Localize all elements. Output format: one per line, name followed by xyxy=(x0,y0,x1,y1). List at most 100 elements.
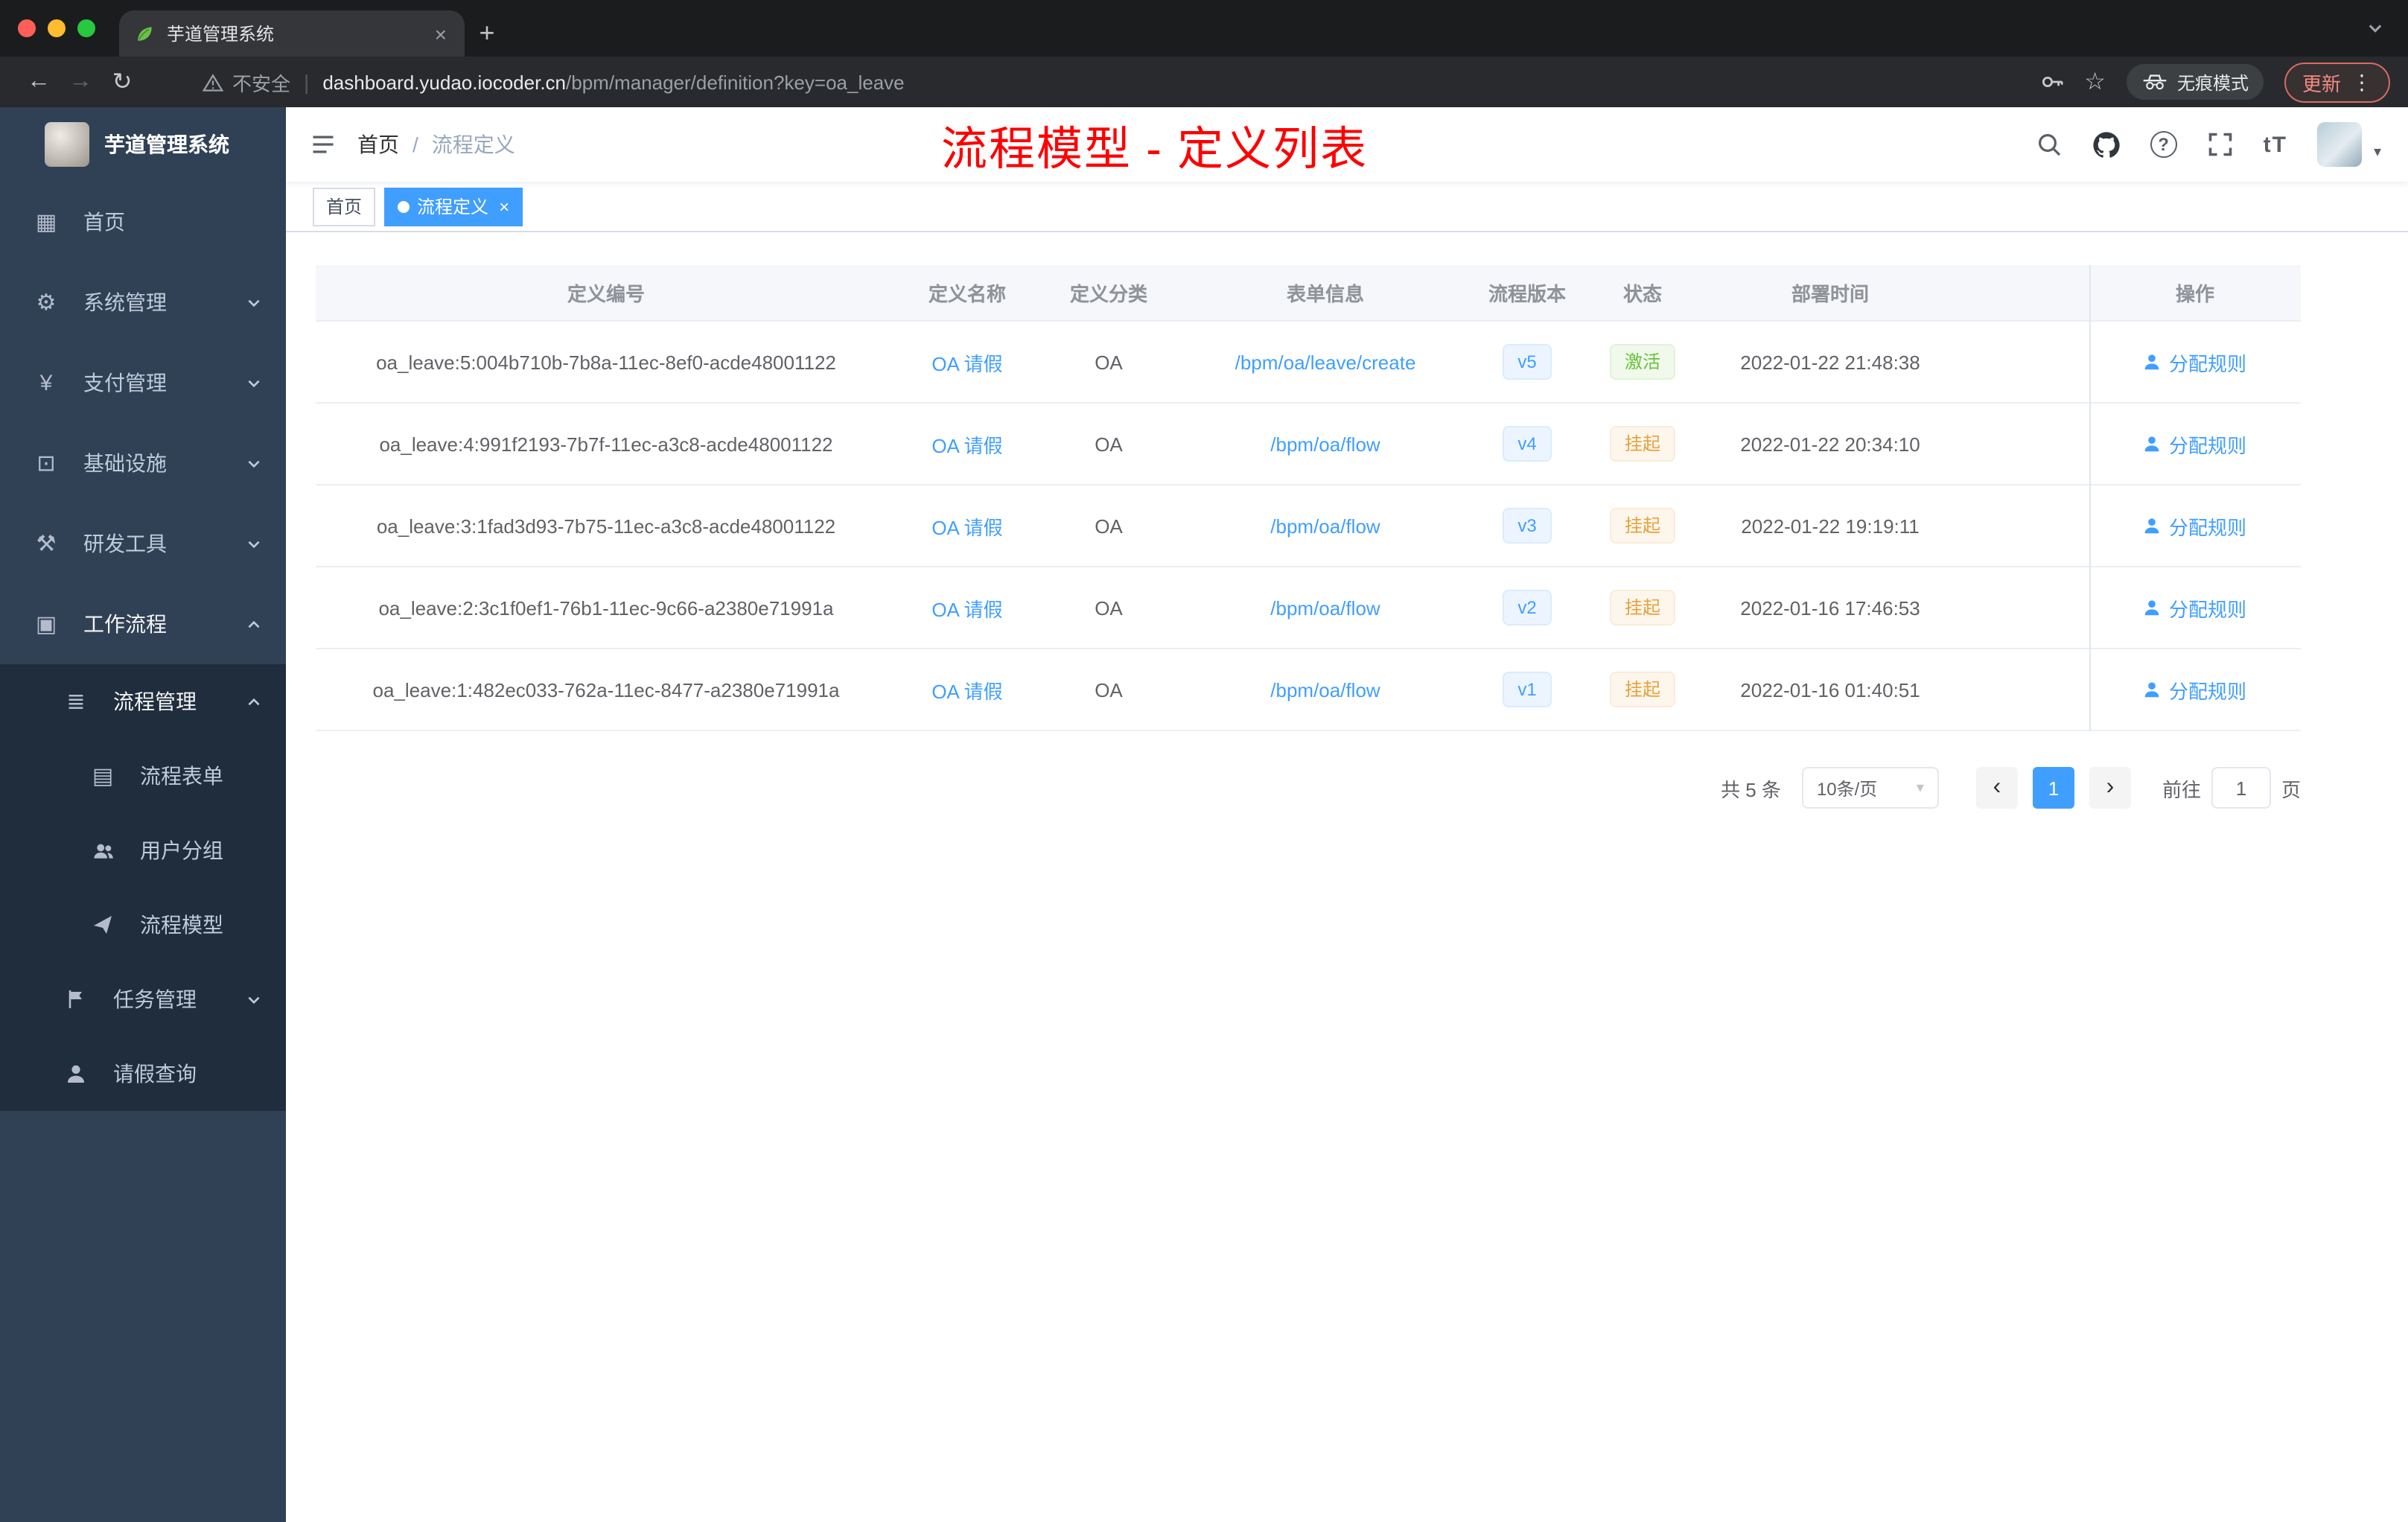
sidebar-item-process-management[interactable]: ≣ 流程管理 xyxy=(0,664,286,739)
sidebar-item-home[interactable]: ▦ 首页 xyxy=(0,182,286,262)
zoom-window-button[interactable] xyxy=(77,19,95,37)
chevron-up-icon xyxy=(246,616,262,632)
sidebar-item-devtools[interactable]: ⚒ 研发工具 xyxy=(0,503,286,584)
sidebar-item-label: 研发工具 xyxy=(83,532,167,555)
help-icon[interactable]: ? xyxy=(2150,131,2177,158)
breadcrumb-home[interactable]: 首页 xyxy=(357,130,399,159)
sidebar-item-task-management[interactable]: 任务管理 xyxy=(0,962,286,1037)
sidebar-item-infrastructure[interactable]: ⊡ 基础设施 xyxy=(0,423,286,503)
sidebar-item-user-group[interactable]: 用户分组 xyxy=(0,813,286,888)
logo-title: 芋道管理系统 xyxy=(104,133,229,156)
version-tag: v2 xyxy=(1503,590,1552,625)
avatar-caret-icon[interactable]: ▾ xyxy=(2374,144,2381,167)
definition-name-link[interactable]: OA 请假 xyxy=(931,348,1002,376)
user-avatar[interactable] xyxy=(2316,122,2362,167)
not-secure-warning-icon xyxy=(203,72,223,92)
definition-table: 定义编号 定义名称 定义分类 表单信息 流程版本 状态 部署时间 操作 oa_l… xyxy=(316,265,2301,731)
form-link[interactable]: /bpm/oa/leave/create xyxy=(1235,351,1416,373)
next-page-button[interactable]: › xyxy=(2089,767,2131,809)
assign-rule-label: 分配规则 xyxy=(2168,434,2246,456)
form-link[interactable]: /bpm/oa/flow xyxy=(1270,515,1380,537)
sidebar-item-payment[interactable]: ¥ 支付管理 xyxy=(0,343,286,423)
minimize-window-button[interactable] xyxy=(48,19,66,37)
chevron-down-icon xyxy=(246,294,262,311)
browser-tab[interactable]: 芋道管理系统 × xyxy=(119,10,465,57)
chevron-down-icon xyxy=(246,535,262,552)
tag-label: 首页 xyxy=(326,197,363,217)
assign-rule-link[interactable]: 分配规则 xyxy=(2144,348,2246,376)
main-area: 首页 / 流程定义 流程模型 - 定义列表 ? tT ▾ 首页 流程定义 × 定… xyxy=(286,107,2408,1522)
breadcrumb-separator: / xyxy=(413,133,418,156)
deploy-time: 2022-01-22 21:48:38 xyxy=(1740,351,1920,373)
chevron-down-icon xyxy=(246,375,262,391)
navbar-icons: ? tT ▾ xyxy=(2036,122,2408,167)
new-tab-button[interactable]: + xyxy=(465,10,509,57)
tab-close-icon[interactable]: × xyxy=(432,22,450,45)
definition-category: OA xyxy=(1095,351,1123,373)
status-tag: 激活 xyxy=(1609,344,1675,380)
url-path: /bpm/manager/definition?key=oa_leave xyxy=(566,71,905,93)
column-header: 定义分类 xyxy=(1069,283,1147,305)
sidebar-item-label: 流程表单 xyxy=(140,764,223,788)
fullscreen-icon[interactable] xyxy=(2207,131,2234,158)
assign-rule-link[interactable]: 分配规则 xyxy=(2144,593,2246,622)
password-key-icon[interactable] xyxy=(2039,70,2063,94)
github-icon[interactable] xyxy=(2092,130,2121,159)
definition-name-link[interactable]: OA 请假 xyxy=(931,593,1002,622)
menu-dots-icon[interactable]: ⋮ xyxy=(2351,69,2372,95)
deploy-time: 2022-01-16 01:40:51 xyxy=(1740,678,1920,701)
tab-search-chevron-icon[interactable] xyxy=(2366,0,2384,57)
sidebar-item-label: 基础设施 xyxy=(83,451,167,475)
form-link[interactable]: /bpm/oa/flow xyxy=(1270,433,1380,455)
assign-rule-link[interactable]: 分配规则 xyxy=(2144,512,2246,540)
definition-name-link[interactable]: OA 请假 xyxy=(931,512,1002,540)
form-link[interactable]: /bpm/oa/flow xyxy=(1270,596,1380,619)
forward-button[interactable]: → xyxy=(60,61,101,103)
prev-page-button[interactable]: ‹ xyxy=(1975,767,2018,809)
toolbar-right: ☆ 无痕模式 更新 ⋮ xyxy=(2039,62,2390,102)
search-icon[interactable] xyxy=(2036,131,2063,158)
page-size-select[interactable]: 10条/页 ▾ xyxy=(1801,767,1939,809)
font-size-icon[interactable]: tT xyxy=(2264,132,2287,157)
version-tag: v5 xyxy=(1503,344,1552,380)
sidebar-item-process-form[interactable]: ▤ 流程表单 xyxy=(0,739,286,813)
current-page-button[interactable]: 1 xyxy=(2032,767,2074,809)
tag-close-icon[interactable]: × xyxy=(499,196,509,217)
tag-home[interactable]: 首页 xyxy=(313,187,376,226)
sidebar-item-system[interactable]: ⚙ 系统管理 xyxy=(0,262,286,343)
sidebar-item-label: 流程管理 xyxy=(113,690,197,713)
close-window-button[interactable] xyxy=(18,19,36,37)
reload-button[interactable]: ↻ xyxy=(101,61,143,103)
sidebar-item-process-model[interactable]: 流程模型 xyxy=(0,888,286,962)
assign-rule-label: 分配规则 xyxy=(2168,680,2246,702)
column-header: 定义编号 xyxy=(567,283,645,305)
table-row: oa_leave:4:991f2193-7b7f-11ec-a3c8-acde4… xyxy=(316,404,2301,485)
assign-rule-link[interactable]: 分配规则 xyxy=(2144,675,2246,704)
browser-window: 芋道管理系统 × + ← → ↻ 不安全 | dashboard.yudao.i… xyxy=(0,0,2408,1522)
definition-category: OA xyxy=(1095,596,1123,619)
goto-unit: 页 xyxy=(2281,778,2301,800)
address-bar[interactable]: 不安全 | dashboard.yudao.iocoder.cn/bpm/man… xyxy=(203,68,2022,96)
form-link[interactable]: /bpm/oa/flow xyxy=(1270,678,1380,701)
infrastructure-icon: ⊡ xyxy=(36,451,56,477)
definition-id: oa_leave:5:004b710b-7b8a-11ec-8ef0-acde4… xyxy=(376,351,836,373)
users-icon xyxy=(86,839,119,862)
back-button[interactable]: ← xyxy=(18,61,60,103)
tag-process-definition[interactable]: 流程定义 × xyxy=(384,187,523,226)
tools-icon: ⚒ xyxy=(36,532,57,557)
person-icon xyxy=(2145,354,2160,370)
hamburger-icon[interactable] xyxy=(286,131,357,158)
sidebar-item-label: 任务管理 xyxy=(113,987,197,1011)
definition-name-link[interactable]: OA 请假 xyxy=(931,675,1002,704)
paper-plane-icon xyxy=(86,914,119,935)
assign-rule-link[interactable]: 分配规则 xyxy=(2144,430,2246,458)
sidebar-item-workflow[interactable]: ▣ 工作流程 xyxy=(0,584,286,664)
column-header: 表单信息 xyxy=(1286,283,1364,305)
bookmark-star-icon[interactable]: ☆ xyxy=(2084,67,2106,97)
sidebar-item-leave-query[interactable]: 请假查询 xyxy=(0,1037,286,1111)
goto-page-input[interactable] xyxy=(2211,767,2271,809)
table-header: 定义编号 定义名称 定义分类 表单信息 流程版本 状态 部署时间 操作 xyxy=(316,265,2301,322)
update-chrome-button[interactable]: 更新 ⋮ xyxy=(2284,62,2390,102)
definition-name-link[interactable]: OA 请假 xyxy=(931,430,1002,458)
assign-rule-label: 分配规则 xyxy=(2168,598,2246,620)
